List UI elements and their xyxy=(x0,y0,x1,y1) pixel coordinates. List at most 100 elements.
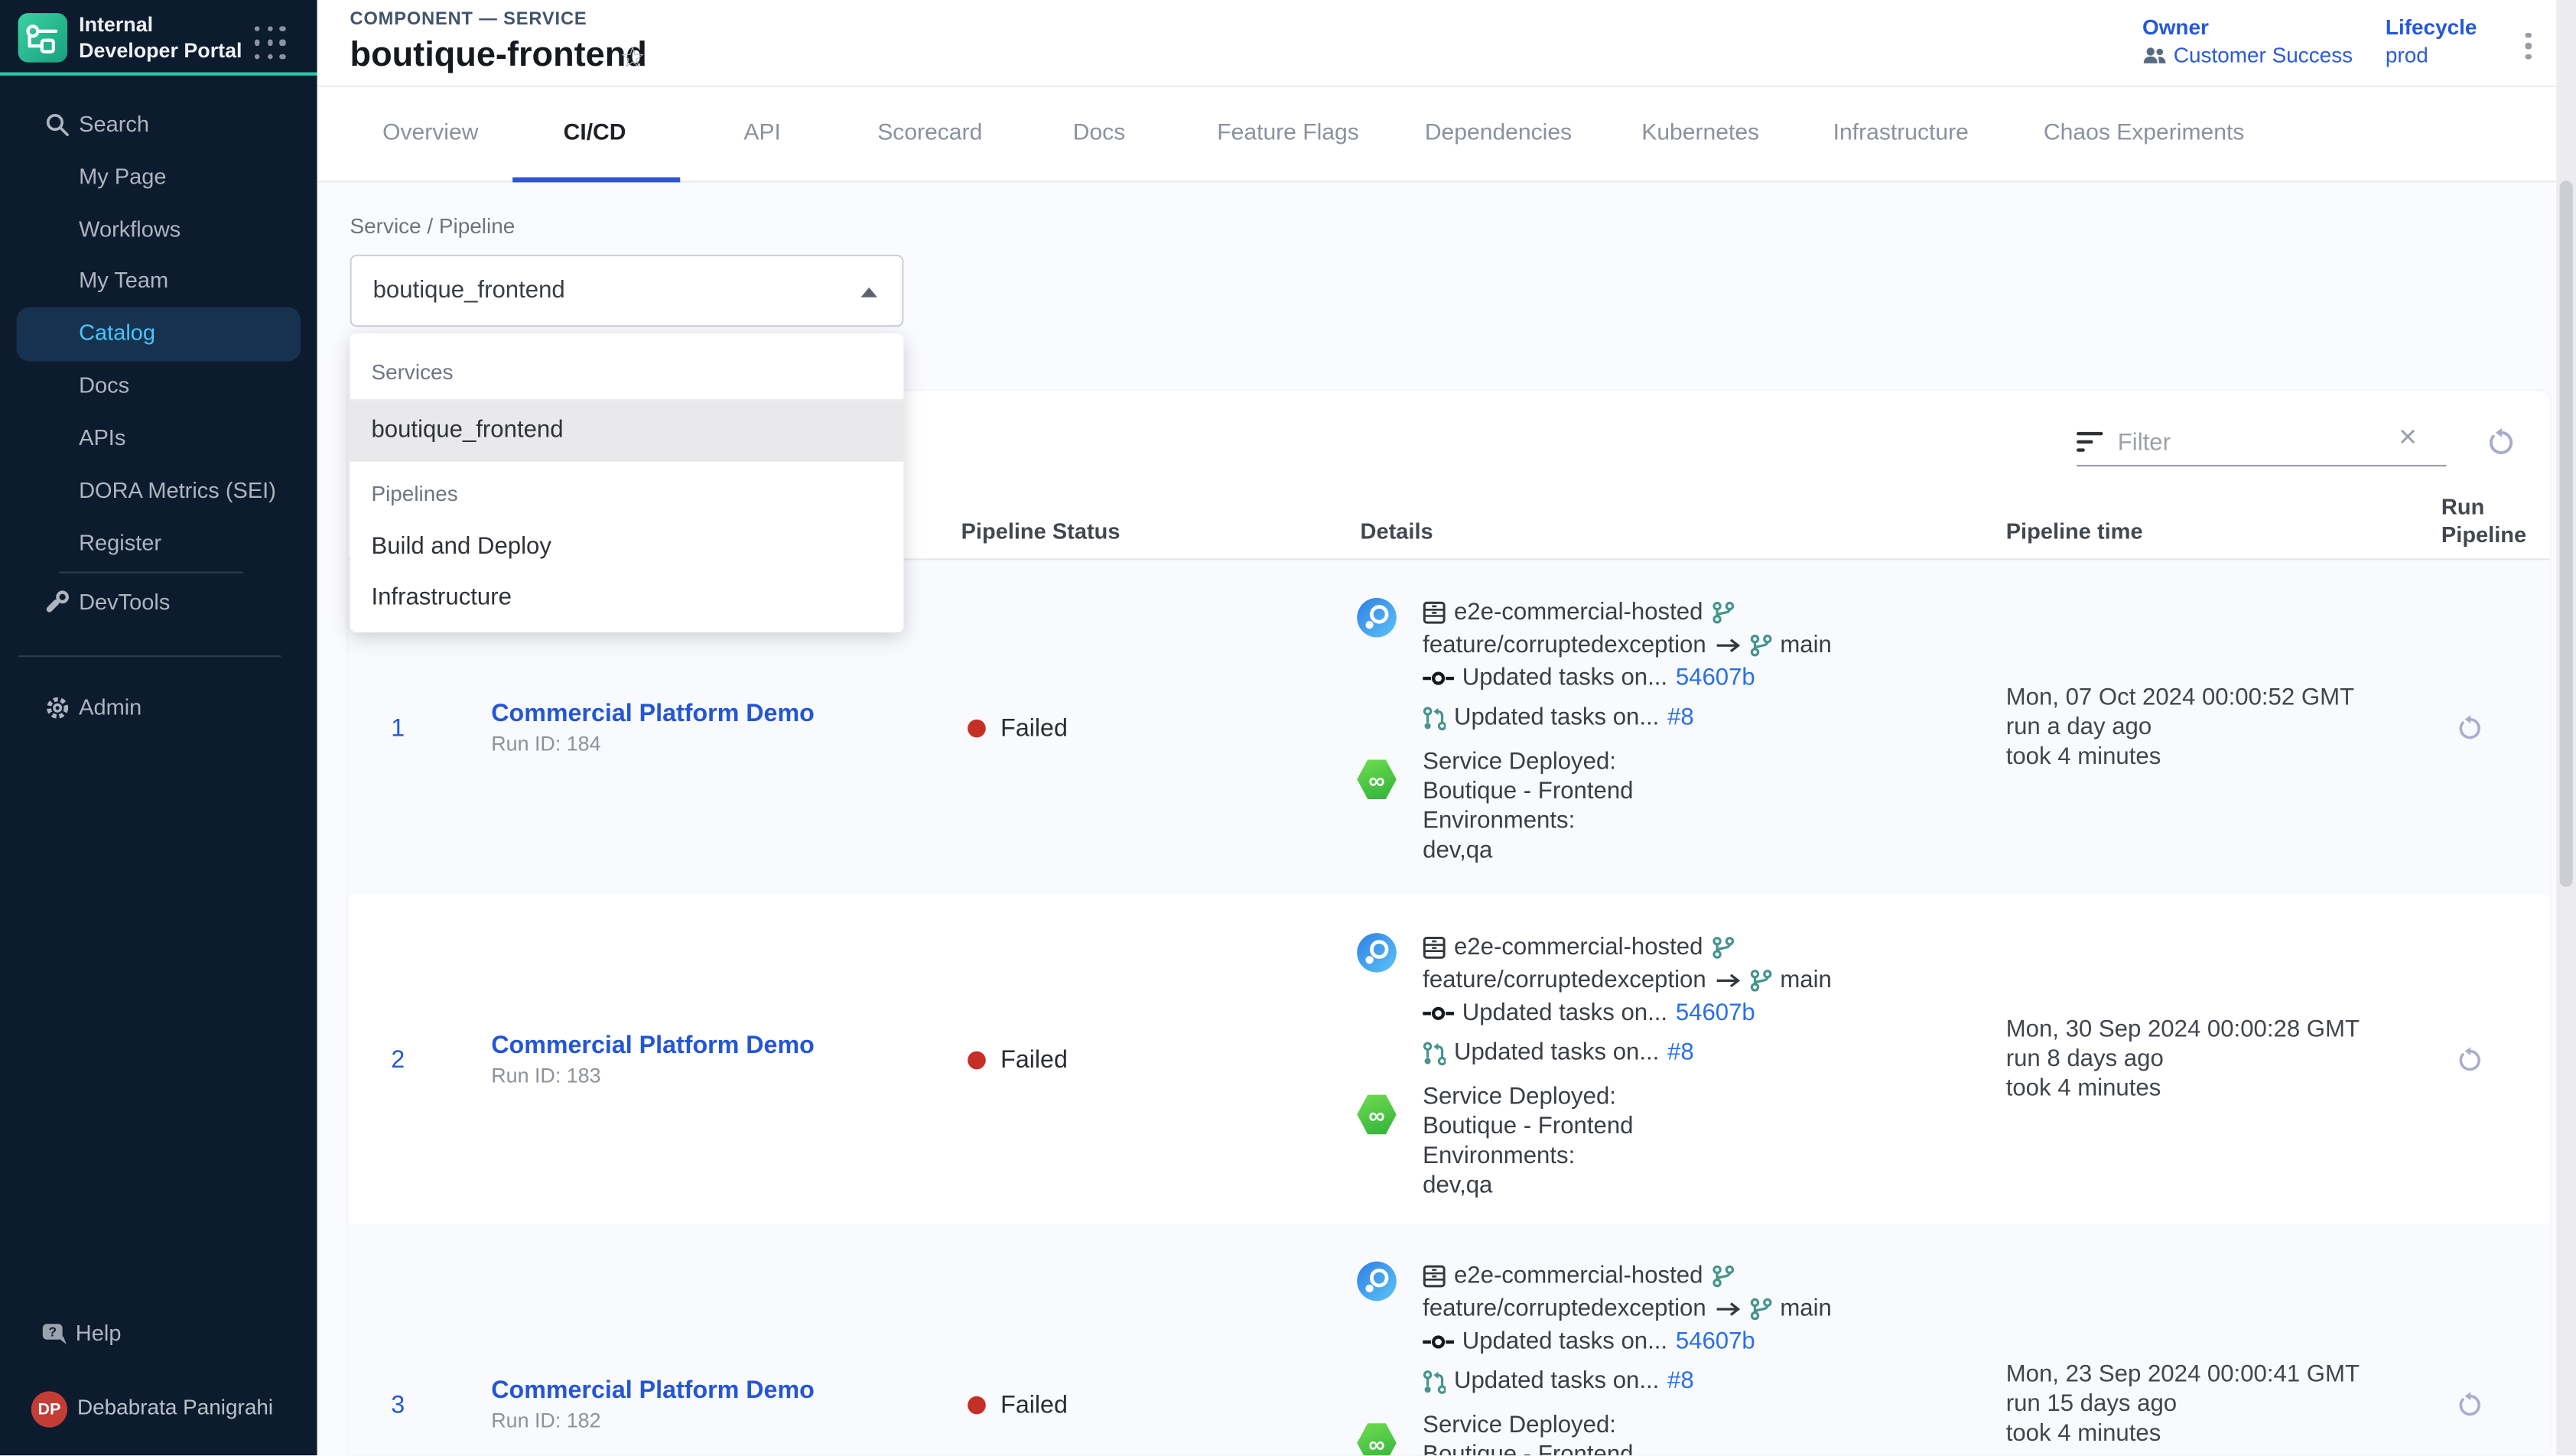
ci-build-icon xyxy=(1357,933,1397,973)
tab-cicd[interactable]: CI/CD xyxy=(564,119,626,145)
environments-value: dev,qa xyxy=(1423,1172,2006,1201)
sidebar-item-admin[interactable]: Admin xyxy=(79,691,141,724)
dropdown-item-boutique-frontend[interactable]: boutique_frontend xyxy=(350,401,904,461)
pr-message: Updated tasks on... xyxy=(1454,1040,1659,1066)
sidebar-item-workflows[interactable]: Workflows xyxy=(79,213,181,246)
commit-line: Updated tasks on... 54607b xyxy=(1423,1325,2006,1358)
git-branch-icon xyxy=(1711,601,1734,624)
pipeline-link[interactable]: Commercial Platform Demo xyxy=(491,700,961,728)
run-duration: took 4 minutes xyxy=(2006,1074,2431,1104)
deploy-service: Boutique - Frontend xyxy=(1423,1441,2006,1455)
arrow-right-icon xyxy=(1714,637,1740,653)
git-branch-icon xyxy=(1711,936,1734,959)
owner-team-link[interactable]: Customer Success xyxy=(2174,43,2353,67)
repo-name: e2e-commercial-hosted xyxy=(1454,934,1703,960)
tab-scorecard[interactable]: Scorecard xyxy=(877,119,982,145)
details-cell: e2e-commercial-hosted feature/corruptede… xyxy=(1357,560,2005,895)
sidebar: Internal Developer Portal Search My Page… xyxy=(0,0,317,1455)
tab-infrastructure[interactable]: Infrastructure xyxy=(1833,119,1969,145)
git-branch-icon xyxy=(1749,969,1772,992)
status-cell: Failed xyxy=(961,1224,1358,1455)
commit-line: Updated tasks on... 54607b xyxy=(1423,997,2006,1030)
service-pipeline-select[interactable]: boutique_frontend xyxy=(350,255,904,327)
help-link[interactable]: Help xyxy=(76,1318,122,1350)
pull-request-icon xyxy=(1423,706,1446,730)
kebab-menu-icon[interactable] xyxy=(2516,28,2542,64)
tab-dependencies[interactable]: Dependencies xyxy=(1425,119,1572,145)
page-scrollbar xyxy=(2556,0,2576,1455)
git-branch-icon xyxy=(1749,1298,1772,1321)
sidebar-divider xyxy=(18,655,281,657)
sidebar-item-search[interactable]: Search xyxy=(79,109,149,141)
pr-line: Updated tasks on... #8 xyxy=(1423,1036,2006,1069)
main-content: COMPONENT — SERVICE boutique-frontend ☆ … xyxy=(317,0,2576,1455)
sidebar-item-dora-metrics[interactable]: DORA Metrics (SEI) xyxy=(79,475,276,508)
apps-grid-icon[interactable] xyxy=(255,26,288,59)
rerun-pipeline-icon[interactable] xyxy=(2454,1044,2485,1075)
branch-line: feature/corruptedexception xyxy=(1423,1292,2006,1325)
tab-chaos-experiments[interactable]: Chaos Experiments xyxy=(2044,119,2244,145)
run-duration: took 4 minutes xyxy=(2006,743,2431,772)
pipeline-link[interactable]: Commercial Platform Demo xyxy=(491,1376,961,1405)
deploy-block: ∞ Service Deployed: Boutique - Frontend … xyxy=(1423,1411,2006,1455)
owner-value[interactable]: Customer Success xyxy=(2142,43,2353,67)
pr-link[interactable]: #8 xyxy=(1667,1368,1694,1394)
environments-value: dev,qa xyxy=(1423,836,2006,866)
sidebar-item-catalog[interactable]: Catalog xyxy=(79,317,155,350)
repo-line: e2e-commercial-hosted xyxy=(1423,931,2006,964)
repo-line: e2e-commercial-hosted xyxy=(1423,596,2006,629)
user-avatar[interactable]: DP xyxy=(31,1391,67,1427)
dropdown-group-services: Services xyxy=(371,359,453,384)
run-timestamp: Mon, 23 Sep 2024 00:00:41 GMT xyxy=(2006,1360,2431,1390)
time-cell: Mon, 23 Sep 2024 00:00:41 GMT run 15 day… xyxy=(2006,1224,2431,1455)
sidebar-item-my-page[interactable]: My Page xyxy=(79,161,166,194)
run-id: Run ID: 182 xyxy=(491,1409,961,1432)
search-icon xyxy=(44,112,70,138)
commit-link[interactable]: 54607b xyxy=(1676,665,1755,691)
dropdown-item-infrastructure[interactable]: Infrastructure xyxy=(350,568,904,629)
sidebar-item-docs[interactable]: Docs xyxy=(79,369,129,402)
time-cell: Mon, 07 Oct 2024 00:00:52 GMT run a day … xyxy=(2006,560,2431,895)
pipeline-link[interactable]: Commercial Platform Demo xyxy=(491,1032,961,1060)
git-commit-icon xyxy=(1423,1334,1454,1350)
branch-to: main xyxy=(1780,967,1832,993)
failed-dot-icon xyxy=(968,1051,986,1069)
tab-overview[interactable]: Overview xyxy=(382,119,478,145)
scrollbar-thumb[interactable] xyxy=(2560,180,2573,887)
branch-line: feature/corruptedexception xyxy=(1423,629,2006,662)
rerun-pipeline-icon[interactable] xyxy=(2454,712,2485,743)
run-pipeline-cell xyxy=(2431,895,2550,1224)
col-pipeline-status: Pipeline Status xyxy=(961,519,1120,544)
col-run-pipeline: Run Pipeline xyxy=(2441,492,2543,548)
caret-up-icon xyxy=(861,288,877,297)
cd-deploy-icon: ∞ xyxy=(1357,1422,1397,1455)
table-row: 2 Commercial Platform Demo Run ID: 183 F… xyxy=(348,895,2549,1224)
user-name[interactable]: Debabrata Panigrahi xyxy=(77,1395,273,1419)
run-timestamp: Mon, 07 Oct 2024 00:00:52 GMT xyxy=(2006,684,2431,713)
tab-kubernetes[interactable]: Kubernetes xyxy=(1641,119,1759,145)
arrow-right-icon xyxy=(1714,973,1740,989)
branch-to: main xyxy=(1780,632,1832,658)
deploy-block: ∞ Service Deployed: Boutique - Frontend … xyxy=(1423,1083,2006,1201)
sidebar-item-my-team[interactable]: My Team xyxy=(79,265,168,297)
sidebar-item-devtools[interactable]: DevTools xyxy=(79,587,170,619)
tab-api[interactable]: API xyxy=(743,119,780,145)
sidebar-item-apis[interactable]: APIs xyxy=(79,422,125,455)
commit-link[interactable]: 54607b xyxy=(1676,1329,1755,1355)
rerun-pipeline-icon[interactable] xyxy=(2454,1389,2485,1420)
pr-link[interactable]: #8 xyxy=(1667,704,1694,730)
repo-archive-icon xyxy=(1423,601,1446,624)
pr-link[interactable]: #8 xyxy=(1667,1040,1694,1066)
run-id: Run ID: 184 xyxy=(491,733,961,756)
commit-message: Updated tasks on... xyxy=(1462,665,1667,691)
git-branch-icon xyxy=(1711,1265,1734,1288)
sidebar-item-register[interactable]: Register xyxy=(79,528,161,561)
gear-icon xyxy=(44,695,70,721)
favorite-star-icon[interactable]: ☆ xyxy=(620,41,646,76)
pr-message: Updated tasks on... xyxy=(1454,1368,1659,1394)
run-pipeline-cell xyxy=(2431,560,2550,895)
tab-feature-flags[interactable]: Feature Flags xyxy=(1217,119,1359,145)
commit-link[interactable]: 54607b xyxy=(1676,1000,1755,1026)
tab-docs[interactable]: Docs xyxy=(1073,119,1126,145)
app-logo[interactable] xyxy=(18,13,67,62)
